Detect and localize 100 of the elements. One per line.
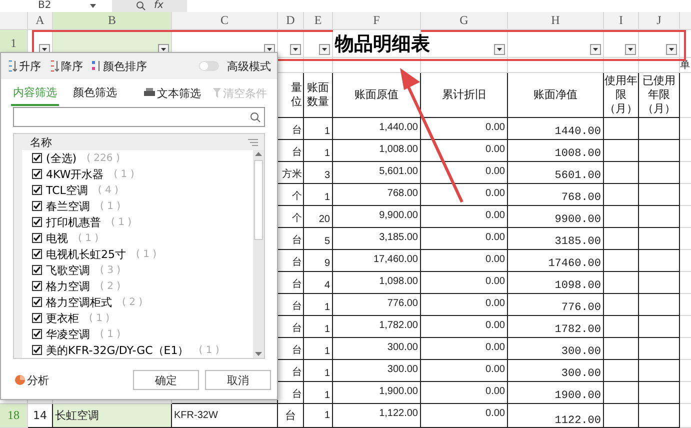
filter-dropdown-button[interactable] bbox=[666, 44, 677, 55]
table-cell bbox=[639, 140, 680, 162]
column-header[interactable]: J bbox=[639, 12, 680, 30]
search-field[interactable] bbox=[13, 107, 265, 127]
table-cell: 1 bbox=[304, 184, 333, 206]
table-cell bbox=[639, 272, 680, 294]
table-cell bbox=[639, 294, 680, 316]
table-cell: 776.00 bbox=[333, 294, 421, 316]
checkbox[interactable] bbox=[32, 249, 42, 259]
table-cell: 1 bbox=[304, 338, 333, 360]
checkbox[interactable] bbox=[32, 153, 42, 163]
table-cell: 1440.00 bbox=[508, 118, 604, 140]
table-cell: 1 bbox=[304, 316, 333, 338]
table-cell: 0.00 bbox=[421, 118, 508, 140]
checkbox[interactable] bbox=[32, 297, 42, 307]
filter-list-item[interactable]: 美的KFR-32G/DY-GC（E1） ( 1 ) bbox=[22, 342, 253, 358]
checkbox[interactable] bbox=[32, 313, 42, 323]
column-header[interactable]: E bbox=[304, 12, 333, 30]
table-cell: 单 bbox=[680, 58, 691, 73]
table-cell: 17460.00 bbox=[508, 250, 604, 272]
filter-list-item[interactable]: 格力空调柜式 ( 2 ) bbox=[22, 294, 253, 310]
column-header[interactable]: I bbox=[604, 12, 639, 30]
scroll-thumb[interactable] bbox=[254, 160, 263, 240]
table-cell: 台 bbox=[278, 272, 304, 294]
table-cell: 5 bbox=[304, 228, 333, 250]
filter-list-item[interactable]: 飞歌空调 ( 3 ) bbox=[22, 262, 253, 278]
scroll-down-icon[interactable] bbox=[255, 352, 262, 356]
checkbox[interactable] bbox=[32, 329, 42, 339]
table-cell: 9 bbox=[304, 250, 333, 272]
table-cell: 4 bbox=[304, 272, 333, 294]
checkbox[interactable] bbox=[32, 345, 42, 355]
table-cell: 台 bbox=[278, 228, 304, 250]
filter-list-item[interactable]: 春兰空调 ( 1 ) bbox=[22, 198, 253, 214]
advanced-mode-toggle[interactable] bbox=[199, 61, 219, 71]
checkbox[interactable] bbox=[32, 169, 42, 179]
checkbox[interactable] bbox=[32, 185, 42, 195]
filter-dropdown-button[interactable] bbox=[494, 44, 505, 55]
table-cell: KFR-32W bbox=[172, 404, 278, 428]
table-cell: 1098.00 bbox=[508, 272, 604, 294]
filter-list-item[interactable]: 华凌空调 ( 1 ) bbox=[22, 326, 253, 342]
table-cell: 1 bbox=[304, 294, 333, 316]
table-cell bbox=[604, 206, 639, 228]
zoom-icon[interactable] bbox=[136, 1, 146, 11]
table-cell bbox=[639, 382, 680, 404]
column-header[interactable]: B bbox=[53, 12, 172, 30]
filter-list-item[interactable]: 打印机惠普 ( 1 ) bbox=[22, 214, 253, 230]
checkbox[interactable] bbox=[32, 201, 42, 211]
scrollbar[interactable] bbox=[253, 150, 264, 358]
table-cell bbox=[604, 250, 639, 272]
table-cell: 3,185.00 bbox=[333, 228, 421, 250]
filter-list-item[interactable]: 4KW开水器 ( 1 ) bbox=[22, 166, 253, 182]
filter-list-item[interactable]: TCL空调 ( 4 ) bbox=[22, 182, 253, 198]
cell-reference[interactable]: B2 bbox=[0, 0, 90, 12]
sort-button[interactable]: 降序 bbox=[49, 58, 83, 74]
funnel-icon bbox=[213, 88, 221, 98]
cancel-button[interactable]: 取消 bbox=[205, 370, 271, 390]
text-filter-button[interactable]: 文本筛选 bbox=[144, 86, 201, 100]
column-header[interactable]: D bbox=[278, 12, 304, 30]
filter-dropdown-button[interactable] bbox=[290, 44, 301, 55]
filter-list-item[interactable]: 电视机长虹25寸 ( 1 ) bbox=[22, 246, 253, 262]
ok-button[interactable]: 确定 bbox=[133, 370, 199, 390]
filter-tab[interactable]: 颜色筛选 bbox=[71, 80, 119, 106]
filter-dropdown-button[interactable] bbox=[625, 44, 636, 55]
column-header[interactable]: A bbox=[28, 12, 53, 30]
scroll-up-icon[interactable] bbox=[255, 152, 262, 156]
toggle-label: 高级模式 bbox=[227, 58, 271, 74]
caret-icon bbox=[293, 48, 298, 51]
table-cell: 0.00 bbox=[421, 162, 508, 184]
checkbox[interactable] bbox=[32, 217, 42, 227]
column-header[interactable]: C bbox=[172, 12, 278, 30]
table-cell: 300.00 bbox=[333, 360, 421, 382]
table-cell: 1 bbox=[304, 382, 333, 404]
filter-list-item[interactable]: (全选) ( 226 ) bbox=[22, 150, 253, 166]
column-header[interactable]: G bbox=[421, 12, 508, 30]
column-header[interactable]: H bbox=[508, 12, 604, 30]
table-cell bbox=[604, 140, 639, 162]
filter-list-item[interactable]: 电视 ( 1 ) bbox=[22, 230, 253, 246]
checkbox[interactable] bbox=[32, 265, 42, 275]
pie-chart-icon bbox=[15, 375, 25, 385]
filter-dropdown-button[interactable] bbox=[319, 44, 330, 55]
table-cell: 方米 bbox=[278, 162, 304, 184]
printer-icon bbox=[144, 88, 155, 98]
table-cell: 台 bbox=[278, 294, 304, 316]
analyze-button[interactable]: 分析 bbox=[15, 372, 49, 388]
filter-dropdown-button[interactable] bbox=[590, 44, 601, 55]
filter-tab[interactable]: 内容筛选 bbox=[11, 80, 59, 106]
table-cell: 1,900.00 bbox=[333, 382, 421, 404]
filter-list-item[interactable]: 更衣柜 ( 1 ) bbox=[22, 310, 253, 326]
table-cell bbox=[604, 184, 639, 206]
function-label[interactable]: fx bbox=[154, 0, 164, 12]
table-cell bbox=[604, 162, 639, 184]
filter-list-item[interactable]: 格力空调 ( 2 ) bbox=[22, 278, 253, 294]
checkbox[interactable] bbox=[32, 281, 42, 291]
checkbox[interactable] bbox=[32, 233, 42, 243]
caret-icon bbox=[593, 48, 598, 51]
table-cell: 1122.00 bbox=[508, 404, 604, 428]
sort-button[interactable]: 升序 bbox=[7, 58, 41, 74]
column-header[interactable]: F bbox=[333, 12, 421, 30]
sort-button[interactable]: 颜色排序 bbox=[91, 58, 147, 74]
table-cell: 776.00 bbox=[508, 294, 604, 316]
